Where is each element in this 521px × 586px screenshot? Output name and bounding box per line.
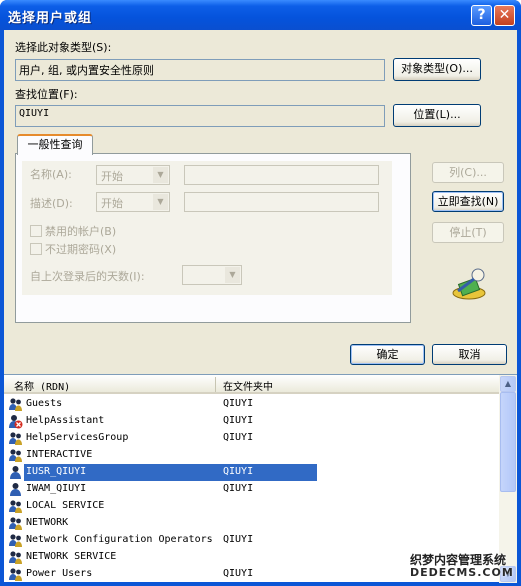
disabled-user-icon (8, 414, 23, 429)
no-expire-password-label: 不过期密码(X) (45, 243, 117, 256)
search-flashlight-icon (452, 268, 486, 300)
row-name: HelpAssistant (26, 415, 105, 426)
find-now-button[interactable]: 立即查找(N) (432, 191, 504, 212)
row-name: NETWORK (26, 517, 69, 528)
name-label: 名称(A): (30, 168, 72, 181)
group-icon (8, 550, 23, 565)
chevron-down-icon: ▼ (153, 167, 168, 183)
group-icon (8, 448, 23, 463)
disabled-accounts-label: 禁用的帐户(B) (45, 225, 117, 238)
row-name: Power Users (26, 568, 93, 579)
row-folder: QIUYI (223, 466, 254, 477)
row-name: IUSR_QIUYI (26, 466, 87, 477)
locations-button[interactable]: 位置(L)... (393, 104, 481, 127)
group-icon (8, 533, 23, 548)
group-icon (8, 397, 23, 412)
table-row[interactable]: IWAM_QIUYI QIUYI (4, 481, 499, 498)
close-button[interactable]: ✕ (494, 5, 515, 26)
row-name: INTERACTIVE (26, 449, 93, 460)
tab-general-queries[interactable]: 一般性查询 (17, 134, 93, 155)
row-name: HelpServicesGroup (26, 432, 129, 443)
row-folder: QIUYI (223, 568, 254, 579)
description-mode-value: 开始 (101, 197, 123, 210)
days-since-logon-select[interactable]: ▼ (182, 265, 242, 285)
row-folder: QIUYI (223, 483, 254, 494)
ok-button[interactable]: 确定 (350, 344, 425, 365)
dialog-body: 选择此对象类型(S): 用户, 组, 或内置安全性原则 对象类型(O)... 查… (4, 30, 517, 583)
object-type-label: 选择此对象类型(S): (15, 41, 112, 54)
object-types-button[interactable]: 对象类型(O)... (393, 58, 481, 81)
row-name: Guests (26, 398, 63, 409)
location-field: QIUYI (15, 105, 385, 127)
row-folder: QIUYI (223, 534, 254, 545)
row-name: NETWORK SERVICE (26, 551, 117, 562)
user-icon (8, 465, 23, 480)
row-folder: QIUYI (223, 415, 254, 426)
checkbox-box (30, 225, 42, 237)
columns-button[interactable]: 列(C)... (432, 162, 504, 183)
group-icon (8, 567, 23, 582)
table-row[interactable]: IUSR_QIUYI QIUYI (4, 464, 499, 481)
table-row[interactable]: Guests QIUYI (4, 396, 499, 413)
table-row[interactable]: HelpServicesGroup QIUYI (4, 430, 499, 447)
checkbox-box (30, 243, 42, 255)
row-name: LOCAL SERVICE (26, 500, 105, 511)
group-icon (8, 516, 23, 531)
table-row[interactable]: INTERACTIVE (4, 447, 499, 464)
help-button[interactable]: ? (471, 5, 492, 26)
row-folder: QIUYI (223, 432, 254, 443)
name-mode-value: 开始 (101, 170, 123, 183)
title-bar[interactable]: 选择用户或组 ? ✕ (0, 0, 521, 30)
watermark-url: DEDECMS.COM (410, 566, 514, 579)
chevron-down-icon: ▼ (153, 194, 168, 210)
location-label: 查找位置(F): (15, 88, 78, 101)
description-label: 描述(D): (30, 197, 73, 210)
group-icon (8, 431, 23, 446)
scroll-up-button[interactable]: ▲ (500, 376, 516, 392)
results-header: 名称 (RDN) 在文件夹中 (4, 375, 499, 394)
days-since-logon-label: 自上次登录后的天数(I): (30, 270, 145, 283)
column-header-folder[interactable]: 在文件夹中 (223, 378, 273, 393)
chevron-down-icon: ▼ (225, 267, 240, 283)
dialog-window: 选择用户或组 ? ✕ 选择此对象类型(S): 用户, 组, 或内置安全性原则 对… (0, 0, 521, 586)
object-type-field: 用户, 组, 或内置安全性原则 (15, 59, 385, 81)
disabled-accounts-checkbox[interactable]: 禁用的帐户(B) (30, 223, 116, 239)
description-input[interactable] (184, 192, 379, 212)
row-folder: QIUYI (223, 398, 254, 409)
no-expire-password-checkbox[interactable]: 不过期密码(X) (30, 241, 116, 257)
table-row[interactable]: HelpAssistant QIUYI (4, 413, 499, 430)
description-mode-select[interactable]: 开始 ▼ (96, 192, 170, 212)
name-mode-select[interactable]: 开始 ▼ (96, 165, 170, 185)
column-header-name[interactable]: 名称 (RDN) (14, 378, 70, 393)
group-icon (8, 499, 23, 514)
user-icon (8, 482, 23, 497)
table-row[interactable]: NETWORK (4, 515, 499, 532)
table-row[interactable]: Network Configuration Operators QIUYI (4, 532, 499, 549)
window-title: 选择用户或组 (8, 11, 93, 26)
stop-button[interactable]: 停止(T) (432, 222, 504, 243)
scroll-thumb[interactable] (500, 392, 516, 492)
query-panel-inner: 名称(A): 开始 ▼ 描述(D): 开始 ▼ 禁用的帐户(B) 不过期密码(X) … (22, 161, 392, 295)
row-name: Network Configuration Operators (26, 534, 213, 545)
row-name: IWAM_QIUYI (26, 483, 87, 494)
cancel-button[interactable]: 取消 (432, 344, 507, 365)
table-row[interactable]: LOCAL SERVICE (4, 498, 499, 515)
name-input[interactable] (184, 165, 379, 185)
column-divider[interactable] (215, 377, 216, 392)
